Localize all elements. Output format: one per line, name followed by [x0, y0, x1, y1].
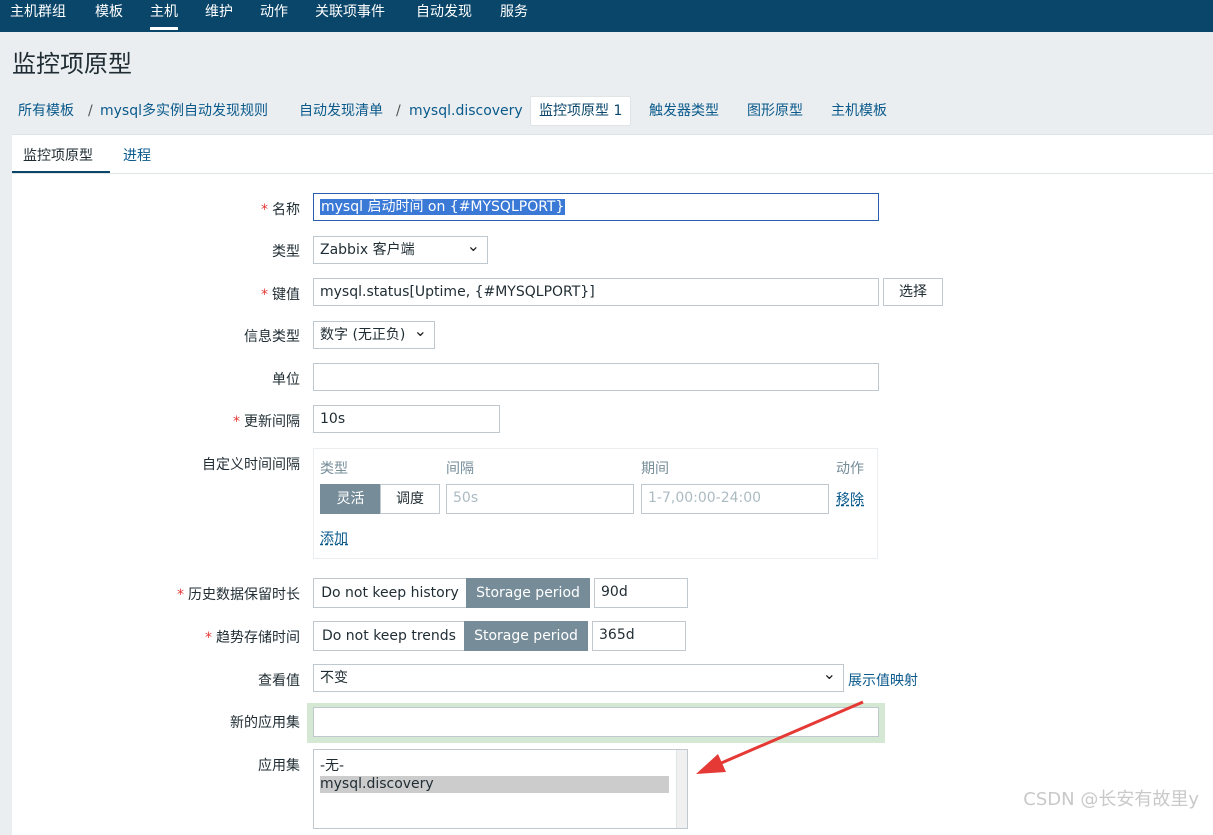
application-option-none[interactable]: -无- [320, 758, 669, 775]
nav-hosts[interactable]: 主机 [150, 0, 178, 32]
trends-label: * 趋势存储时间 [205, 630, 300, 646]
top-navigation: 主机群组 模板 主机 维护 动作 关联项事件 自动发现 服务 [0, 0, 1213, 32]
tab-process[interactable]: 进程 [123, 145, 151, 165]
form-panel: 监控项原型 进程 * 名称 mysql 启动时间 on {#MYSQLPORT} … [12, 134, 1213, 835]
tab-item-prototypes[interactable]: 监控项原型 1 [530, 96, 632, 126]
interval-label: * 更新间隔 [233, 414, 300, 430]
breadcrumb-discovery-list[interactable]: 自动发现清单 [299, 96, 383, 126]
name-input[interactable]: mysql 启动时间 on {#MYSQLPORT} [313, 193, 879, 221]
application-option-mysql-discovery[interactable]: mysql.discovery [320, 776, 669, 793]
breadcrumb-discovery[interactable]: mysql.discovery [409, 96, 523, 126]
required-mark: * [261, 202, 268, 218]
name-label: * 名称 [261, 202, 300, 218]
nav-templates[interactable]: 模板 [95, 0, 123, 32]
custom-scheduling-toggle[interactable]: 调度 [380, 484, 440, 514]
breadcrumb: 所有模板 / mysql多实例自动发现规则 自动发现清单 / mysql.dis… [0, 96, 1213, 128]
key-input[interactable]: mysql.status[Uptime, {#MYSQLPORT}] [313, 278, 879, 306]
custom-intervals-label: 自定义时间间隔 [202, 457, 300, 473]
tab-trigger-types[interactable]: 触发器类型 [649, 96, 719, 126]
arrow-shaft [711, 700, 864, 769]
tab-graph-prototypes[interactable]: 图形原型 [747, 96, 803, 126]
valuemap-label: 查看值 [258, 673, 300, 689]
breadcrumb-separator: / [396, 103, 401, 119]
nav-event-correlation[interactable]: 关联项事件 [315, 0, 385, 32]
custom-intervals-table: 类型 间隔 期间 动作 灵活 调度 50s 1-7,00:00-24:00 移除… [313, 448, 878, 559]
tab-divider [12, 173, 1213, 174]
watermark: CSDN @长安有故里y [1023, 789, 1199, 810]
type-select[interactable]: Zabbix 客户端 [313, 236, 488, 264]
breadcrumb-all-templates[interactable]: 所有模板 [18, 96, 74, 126]
custom-remove-link[interactable]: 移除 [836, 489, 864, 509]
unit-label: 单位 [272, 372, 300, 388]
custom-flexible-toggle[interactable]: 灵活 [320, 484, 381, 514]
annotation-arrow [696, 700, 864, 774]
breadcrumb-template[interactable]: mysql多实例自动发现规则 [100, 96, 268, 126]
key-label: * 键值 [261, 287, 300, 303]
custom-header-action: 动作 [836, 461, 864, 477]
history-input[interactable]: 90d [594, 578, 688, 608]
trends-input[interactable]: 365d [592, 621, 686, 651]
custom-header-type: 类型 [320, 461, 348, 477]
custom-period-input[interactable]: 1-7,00:00-24:00 [641, 484, 829, 514]
breadcrumb-separator: / [88, 103, 93, 119]
key-select-button[interactable]: 选择 [883, 278, 943, 306]
nav-actions[interactable]: 动作 [260, 0, 288, 32]
history-storage-period-toggle[interactable]: Storage period [466, 578, 590, 608]
interval-input[interactable]: 10s [313, 405, 500, 433]
info-type-label: 信息类型 [244, 329, 300, 345]
new-application-label: 新的应用集 [230, 715, 300, 731]
history-label: * 历史数据保留时长 [177, 587, 300, 603]
show-valuemap-link[interactable]: 展示值映射 [848, 670, 918, 690]
nav-host-groups[interactable]: 主机群组 [10, 0, 66, 32]
nav-discovery[interactable]: 自动发现 [416, 0, 472, 32]
trends-storage-period-toggle[interactable]: Storage period [464, 621, 588, 651]
custom-header-period: 期间 [641, 461, 669, 477]
page-title: 监控项原型 [12, 50, 132, 78]
valuemap-select[interactable]: 不变 [313, 664, 844, 692]
nav-maintenance[interactable]: 维护 [205, 0, 233, 32]
applications-label: 应用集 [258, 758, 300, 774]
type-label: 类型 [272, 244, 300, 260]
history-do-not-keep-toggle[interactable]: Do not keep history [313, 578, 467, 608]
applications-listbox[interactable]: -无- mysql.discovery [313, 749, 688, 829]
nav-services[interactable]: 服务 [500, 0, 528, 32]
custom-header-interval: 间隔 [446, 461, 474, 477]
tab-item-prototype[interactable]: 监控项原型 [23, 145, 93, 165]
custom-interval-input[interactable]: 50s [446, 484, 634, 514]
unit-input[interactable] [313, 363, 879, 391]
custom-add-link[interactable]: 添加 [320, 528, 348, 548]
arrow-head [696, 754, 726, 774]
trends-do-not-keep-toggle[interactable]: Do not keep trends [313, 621, 465, 651]
info-type-select[interactable]: 数字 (无正负) [313, 321, 435, 349]
tab-host-templates[interactable]: 主机模板 [831, 96, 887, 126]
